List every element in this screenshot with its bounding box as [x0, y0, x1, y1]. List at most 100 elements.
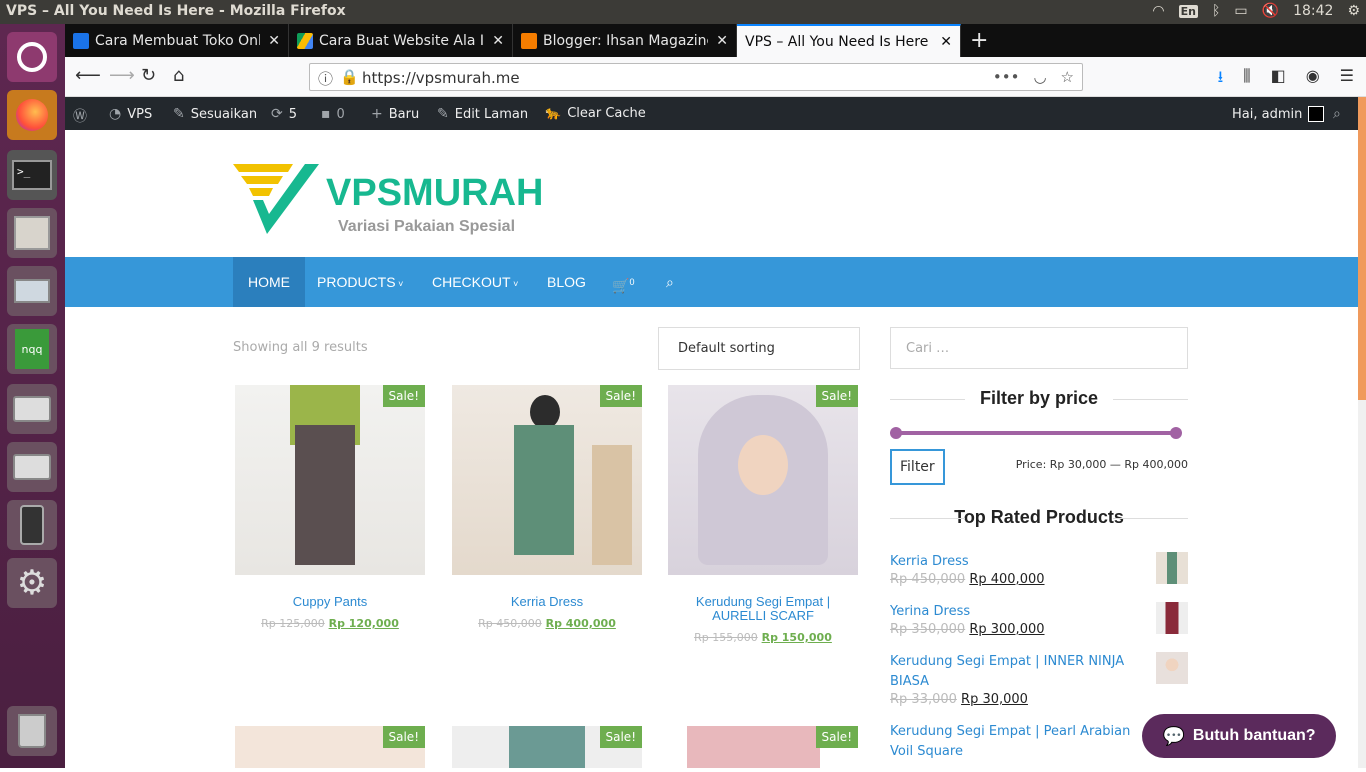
clock[interactable]: 18:42	[1293, 3, 1333, 19]
top-rated-item[interactable]: Yerina Dress Rp 350,000 Rp 300,000	[890, 602, 1188, 652]
price-slider-max-handle[interactable]	[1170, 427, 1182, 439]
menu-item-cart[interactable]: 🛒0	[597, 257, 649, 307]
account-icon[interactable]: ◉	[1306, 66, 1320, 93]
top-rated-name[interactable]: Kerria Dress	[890, 552, 1140, 572]
gear-icon[interactable]: ⚙	[1347, 3, 1360, 19]
firefox-icon[interactable]	[7, 90, 57, 140]
wp-updates-count: 5	[288, 106, 298, 122]
product-name[interactable]: Kerudung Segi Empat | AURELLI SCARF	[668, 595, 858, 623]
product-name[interactable]: Cuppy Pants	[235, 595, 425, 609]
menu-item-home[interactable]: HOME	[233, 257, 305, 307]
sorting-select[interactable]: Default sorting	[658, 327, 860, 370]
trash-icon[interactable]	[7, 706, 57, 756]
battery-icon[interactable]: ▭	[1234, 3, 1247, 19]
top-rated-item[interactable]: Kerria Dress Rp 450,000 Rp 400,000	[890, 552, 1188, 602]
page-actions-icon[interactable]: •••	[993, 68, 1020, 86]
top-rated-name[interactable]: Kerudung Segi Empat | Pearl Arabian Voil…	[890, 722, 1140, 762]
disk-drive-icon[interactable]	[7, 384, 57, 434]
downloads-icon[interactable]: ⭳	[1218, 66, 1224, 93]
tab[interactable]: Blogger: Ihsan Magazine ✕	[513, 24, 737, 57]
bookmark-star-icon[interactable]: ☆	[1061, 68, 1074, 86]
top-rated-thumbnail[interactable]	[1156, 552, 1188, 584]
volume-muted-icon[interactable]: 🔇	[1262, 3, 1279, 19]
product-image[interactable]: Sale!	[235, 385, 425, 575]
product-card[interactable]: Sale! Kerria Dress Rp 450,000 Rp 400,000	[452, 385, 642, 630]
close-tab-icon[interactable]: ✕	[268, 33, 280, 49]
url-text[interactable]: https://vpsmurah.me	[362, 69, 520, 87]
menu-item-checkout[interactable]: CHECKOUT ˅	[417, 257, 533, 307]
keyboard-layout-indicator[interactable]: En	[1178, 4, 1198, 18]
new-tab-icon[interactable]: +	[970, 28, 988, 53]
forward-icon[interactable]: ⟶	[109, 65, 135, 86]
back-icon[interactable]: ⟵	[75, 65, 101, 86]
wp-new-link[interactable]: + Baru	[371, 106, 419, 122]
wp-customize-link[interactable]: ✎ Sesuaikan	[173, 106, 257, 122]
scrollbar-thumb[interactable]	[1358, 97, 1366, 400]
bluetooth-icon[interactable]: ᛒ	[1212, 3, 1220, 19]
tab[interactable]: Cara Membuat Toko Onl ✕	[65, 24, 289, 57]
product-image[interactable]: Sale!	[235, 726, 425, 768]
lock-icon[interactable]: 🔒	[340, 68, 359, 86]
product-card[interactable]: Sale!	[235, 726, 425, 768]
disk-drive-icon[interactable]	[7, 442, 57, 492]
info-icon[interactable]: ⓘ	[318, 68, 333, 89]
product-card[interactable]: Sale! Cuppy Pants Rp 125,000 Rp 120,000	[235, 385, 425, 630]
sidebar: Cari … Filter by price Filter Price: Rp …	[890, 327, 1188, 772]
search-icon[interactable]: ⌕	[1333, 106, 1341, 122]
menu-icon[interactable]: ☰	[1340, 66, 1354, 93]
wp-edit-page-link[interactable]: ✎ Edit Laman	[437, 106, 528, 122]
url-bar[interactable]: ⓘ 🔒 https://vpsmurah.me ••• ◡ ☆	[309, 63, 1083, 91]
product-name[interactable]: Kerria Dress	[452, 595, 642, 609]
remote-desktop-icon[interactable]	[7, 266, 57, 316]
wifi-icon[interactable]: ◠	[1152, 3, 1164, 19]
brush-icon: ✎	[173, 106, 185, 122]
menu-item-blog[interactable]: BLOG	[532, 257, 601, 307]
close-tab-icon[interactable]: ✕	[716, 33, 728, 49]
terminal-icon[interactable]: >_	[7, 150, 57, 200]
product-card[interactable]: Sale! Kerudung Segi Empat | AURELLI SCAR…	[668, 385, 858, 644]
top-rated-thumbnail[interactable]	[1156, 652, 1188, 684]
product-image[interactable]: Sale!	[452, 385, 642, 575]
top-rated-item[interactable]: Kerudung Segi Empat | INNER NINJA BIASA …	[890, 652, 1188, 722]
tab[interactable]: Cara Buat Website Ala II ✕	[289, 24, 513, 57]
product-image[interactable]: Sale!	[668, 726, 858, 768]
price-slider[interactable]	[890, 427, 1182, 439]
file-manager-icon[interactable]	[7, 208, 57, 258]
home-icon[interactable]: ⌂	[173, 65, 184, 86]
library-icon[interactable]: ⫼	[1243, 66, 1250, 93]
product-card[interactable]: Sale!	[452, 726, 642, 768]
wp-site-link[interactable]: ◔ VPS	[109, 106, 152, 122]
top-rated-thumbnail[interactable]	[1156, 602, 1188, 634]
top-rated-name[interactable]: Yerina Dress	[890, 602, 1140, 622]
top-rated-name[interactable]: Kerudung Segi Empat | INNER NINJA BIASA	[890, 652, 1140, 692]
close-tab-icon[interactable]: ✕	[940, 34, 952, 50]
site-logo[interactable]: VPSMURAH Variasi Pakaian Spesial	[233, 164, 543, 240]
chat-button[interactable]: 💬 Butuh bantuan?	[1142, 714, 1336, 758]
wp-comments-link[interactable]: ▪ 0	[321, 106, 345, 122]
product-image[interactable]: Sale!	[668, 385, 858, 575]
search-input[interactable]: Cari …	[890, 327, 1188, 369]
search-icon[interactable]: ⌕	[651, 257, 689, 307]
cart-count: 0	[629, 277, 635, 287]
tab-active[interactable]: VPS – All You Need Is Here ✕	[737, 24, 961, 57]
phone-icon[interactable]	[7, 500, 57, 550]
price-slider-min-handle[interactable]	[890, 427, 902, 439]
filter-button[interactable]: Filter	[890, 449, 945, 485]
wp-clear-cache-link[interactable]: 🐆 Clear Cache	[545, 106, 646, 121]
ubuntu-logo-icon[interactable]	[7, 32, 57, 82]
wp-account-link[interactable]: Hai, admin	[1232, 106, 1325, 122]
system-settings-icon[interactable]: ⚙	[7, 558, 57, 608]
product-card[interactable]: Sale!	[668, 726, 858, 768]
sidebar-icon[interactable]: ◧	[1271, 66, 1286, 93]
menu-item-products[interactable]: PRODUCTS ˅	[302, 257, 418, 307]
product-image[interactable]: Sale!	[452, 726, 642, 768]
pocket-icon[interactable]: ◡	[1033, 68, 1046, 86]
wp-updates-link[interactable]: ⟳ 5	[271, 106, 297, 122]
product-price: Rp 125,000 Rp 120,000	[235, 617, 425, 630]
nqq-icon[interactable]: nqq	[7, 324, 57, 374]
scrollbar[interactable]	[1358, 97, 1366, 768]
main-menu: HOME PRODUCTS ˅ CHECKOUT ˅ BLOG 🛒0 ⌕	[65, 257, 1358, 307]
close-tab-icon[interactable]: ✕	[492, 33, 504, 49]
reload-icon[interactable]: ↻	[141, 65, 156, 86]
wordpress-logo-icon[interactable]: Ⓦ	[73, 106, 87, 126]
